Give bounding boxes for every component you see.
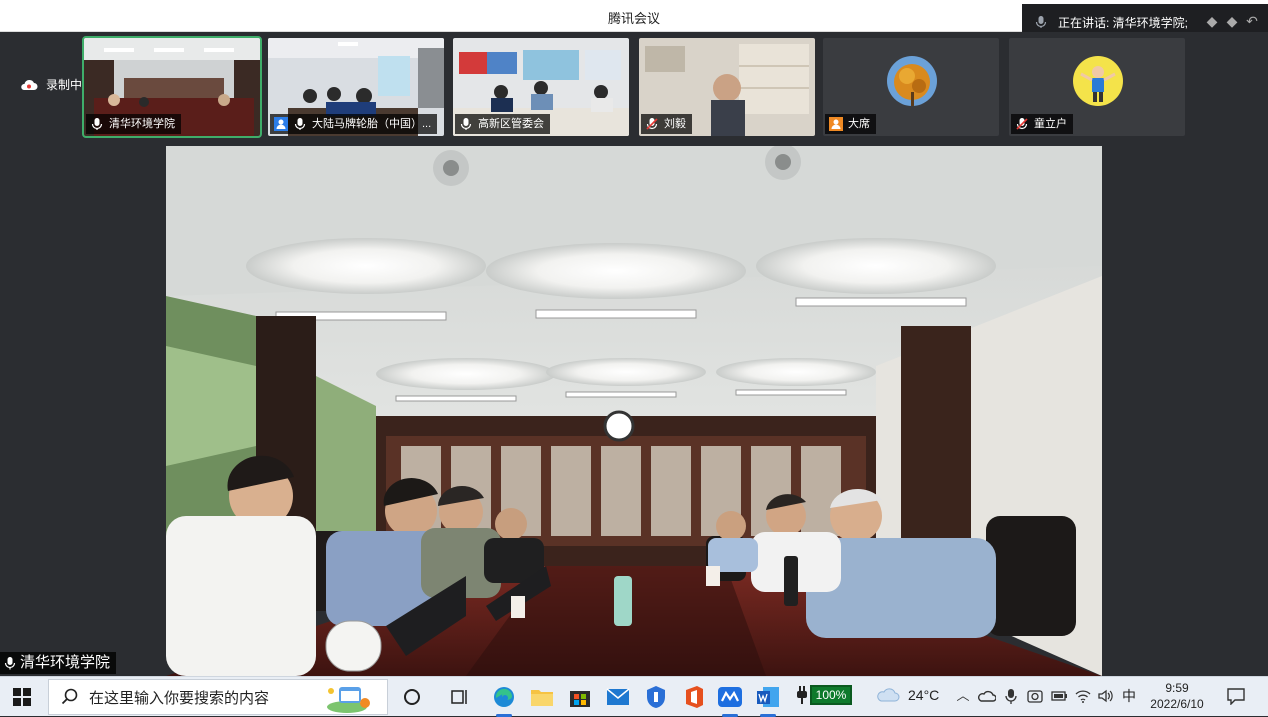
onedrive-icon[interactable] [978,687,996,705]
participant-label: 童立户 [1011,114,1073,134]
main-video[interactable] [166,146,1102,676]
widgets-icon[interactable] [446,683,474,711]
battery-tray-icon[interactable] [1050,687,1068,705]
microphone-icon [460,118,472,130]
file-explorer-icon[interactable] [528,683,556,711]
security-icon[interactable] [642,683,670,711]
taskbar: 在这里输入你要搜索的内容 100% 24°C ︿ 中 9:59 2022/6/1… [0,676,1268,717]
pin-icon[interactable]: ◆ [1224,13,1240,29]
microsoft-store-icon[interactable] [566,683,594,711]
participant-name: 大陆马牌轮胎（中国）... [312,118,432,130]
participant-tile[interactable]: 刘毅 [639,38,815,136]
search-highlight-icon [327,687,370,713]
office-icon[interactable] [680,683,708,711]
undo-icon[interactable]: ↶ [1244,13,1260,29]
microphone-icon [91,118,103,130]
input-method-indicator[interactable]: 中 [1122,686,1136,706]
participant-label: 清华环境学院 [86,114,181,134]
conference-room-scene [166,146,1102,676]
participant-label: 大席 [825,114,876,134]
participant-tile[interactable]: 高新区管委会 [453,38,629,136]
weather-temp: 24°C [908,687,940,703]
search-icon [61,688,78,705]
word-icon[interactable] [754,683,782,717]
recording-label: 录制中 [46,78,83,92]
windows-start-icon[interactable] [12,687,32,707]
cloud-icon [877,688,900,702]
camera-app-icon[interactable] [1026,687,1044,705]
microphone-icon [4,657,16,670]
recording-status[interactable]: 录制中 [20,76,82,93]
participant-name: 大席 [848,118,870,130]
clock-time: 9:59 [1165,681,1189,695]
participant-tile[interactable]: 童立户 [1009,38,1185,136]
participant-name: 清华环境学院 [109,118,175,130]
microphone-icon [1035,16,1047,28]
system-clock[interactable]: 9:59 2022/6/10 [1140,680,1214,712]
participant-strip: 录制中 清华环境学院 大陆马牌轮胎（中国）... 高新区管委会 刘毅 大席 童立… [0,32,1268,144]
tencent-meeting-icon[interactable] [716,683,744,717]
participant-label: 大陆马牌轮胎（中国）... [270,114,438,134]
participant-tile[interactable]: 清华环境学院 [82,36,262,138]
main-video-area: 清华环境学院 [0,144,1268,676]
chevron-up-icon[interactable]: ︿ [954,687,972,705]
search-placeholder: 在这里输入你要搜索的内容 [89,689,270,707]
avatar [887,56,937,106]
avatar [1073,56,1123,106]
battery-percent: 100% [810,685,852,705]
task-view-icon[interactable] [398,683,426,711]
edge-browser-icon[interactable] [490,683,518,717]
speaking-text: 正在讲话: 清华环境学院; [1058,15,1189,30]
clock-date: 2022/6/10 [1150,697,1204,711]
cloud-record-icon [21,79,38,90]
main-speaker-name: 清华环境学院 [20,654,111,671]
volume-icon[interactable] [1097,687,1115,705]
microphone-muted-icon [646,118,658,130]
battery-indicator[interactable]: 100% [796,685,852,705]
power-plug-icon [797,686,807,704]
participant-tile[interactable]: 大席 [823,38,999,136]
participant-label: 刘毅 [641,114,692,134]
notification-icon[interactable] [1226,687,1246,705]
participant-tile[interactable]: 大陆马牌轮胎（中国）... [268,38,444,136]
taskbar-search[interactable]: 在这里输入你要搜索的内容 [48,679,388,715]
wifi-icon[interactable] [1074,687,1092,705]
weather-widget[interactable]: 24°C [876,687,939,703]
microphone-muted-icon [1016,118,1028,130]
microphone-icon [294,118,306,130]
participant-name: 刘毅 [664,118,686,130]
mail-icon[interactable] [604,683,632,711]
main-speaker-label: 清华环境学院 [0,652,117,674]
participant-name: 童立户 [1034,118,1067,130]
participant-label: 高新区管委会 [455,114,550,134]
microphone-icon[interactable] [1002,687,1020,705]
participant-name: 高新区管委会 [478,118,544,130]
collapse-icon[interactable]: ◆ [1204,13,1220,29]
user-avatar-icon [829,117,843,131]
user-avatar-icon [274,117,288,131]
